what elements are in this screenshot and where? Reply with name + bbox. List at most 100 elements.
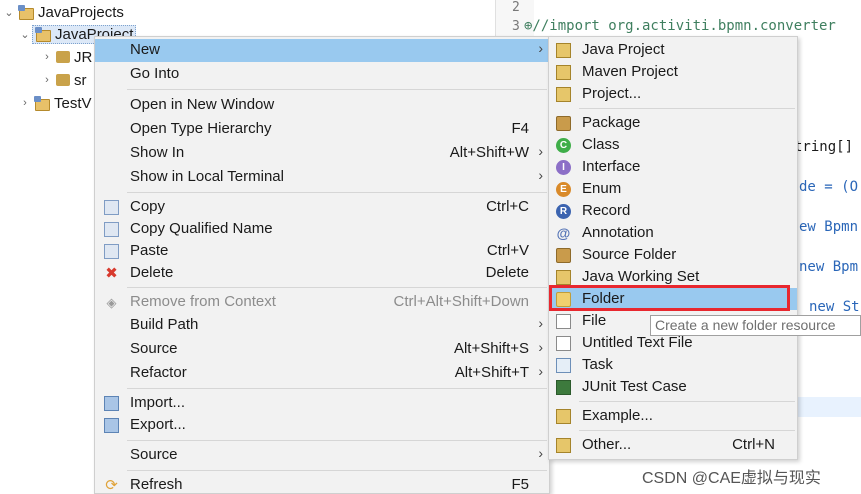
- menu-item-label: Untitled Text File: [582, 334, 693, 351]
- menu-item-export[interactable]: Export...: [95, 414, 549, 437]
- menu-item-refactor[interactable]: Refactor Alt+Shift+T ›: [95, 362, 549, 385]
- project-icon: [18, 5, 34, 20]
- menu-item-source-2[interactable]: Source ›: [95, 444, 549, 467]
- new-other[interactable]: Other... Ctrl+N: [549, 434, 797, 456]
- menu-item-import[interactable]: Import...: [95, 392, 549, 415]
- menu-item-label: File: [582, 312, 607, 329]
- new-junit-test-case[interactable]: JUnit Test Case: [549, 376, 797, 398]
- new-class[interactable]: C Class: [549, 134, 797, 156]
- tree-item-label: JavaProjects: [38, 3, 124, 21]
- new-enum[interactable]: E Enum: [549, 178, 797, 200]
- new-task[interactable]: Task: [549, 354, 797, 376]
- menu-item-label: Delete: [130, 264, 174, 281]
- menu-item-open-in-new-window[interactable]: Open in New Window: [95, 94, 549, 117]
- menu-shortcut: Alt+Shift+S: [453, 340, 529, 357]
- menu-item-label: Build Path: [130, 316, 199, 333]
- code-line: tring[]: [794, 139, 854, 155]
- menu-separator: [127, 440, 547, 441]
- expand-chevron-icon[interactable]: ›: [40, 51, 54, 63]
- line-number: 3: [512, 19, 520, 34]
- menu-item-source[interactable]: Source Alt+Shift+S ›: [95, 338, 549, 361]
- new-annotation[interactable]: @ Annotation: [549, 222, 797, 244]
- menu-item-show-in[interactable]: Show In Alt+Shift+W ›: [95, 142, 549, 165]
- code-line: new Bpm: [799, 259, 859, 275]
- menu-shortcut: Ctrl+C: [486, 198, 529, 215]
- export-icon: [104, 418, 119, 433]
- new-example[interactable]: Example...: [549, 405, 797, 427]
- record-icon: R: [556, 204, 571, 219]
- other-wizard-icon: [556, 438, 571, 453]
- java-project-icon: [556, 43, 571, 58]
- working-set-icon: [556, 270, 571, 285]
- menu-item-label: Copy: [130, 198, 166, 215]
- menu-item-copy[interactable]: Copy Ctrl+C: [95, 196, 549, 219]
- menu-item-label: Paste: [130, 242, 169, 259]
- new-source-folder[interactable]: Source Folder: [549, 244, 797, 266]
- watermark: CSDN @CAE虚拟与现实: [642, 470, 821, 487]
- library-icon: [56, 51, 70, 63]
- menu-item-paste[interactable]: Paste Ctrl+V: [95, 240, 549, 263]
- menu-item-label: Other...: [582, 436, 632, 453]
- menu-item-label: Export...: [130, 416, 186, 433]
- project-wizard-icon: [556, 87, 571, 102]
- menu-item-go-into[interactable]: Go Into: [95, 63, 549, 86]
- example-icon: [556, 409, 571, 424]
- menu-separator: [127, 470, 547, 471]
- menu-item-label: Java Project: [582, 41, 665, 58]
- interface-icon: I: [556, 160, 571, 175]
- tree-item-label: TestV: [54, 94, 92, 112]
- junit-icon: [556, 380, 571, 395]
- menu-item-label: Task: [582, 356, 613, 373]
- submenu-arrow-icon: ›: [538, 167, 543, 183]
- expand-chevron-icon[interactable]: ›: [40, 74, 54, 86]
- menu-item-build-path[interactable]: Build Path ›: [95, 314, 549, 337]
- menu-item-label: New: [130, 41, 161, 58]
- new-record[interactable]: R Record: [549, 200, 797, 222]
- enum-icon: E: [556, 182, 571, 197]
- tree-item-testv[interactable]: › TestV: [18, 92, 92, 114]
- new-submenu: Java Project Maven Project Project... Pa…: [548, 36, 798, 460]
- new-java-project[interactable]: Java Project: [549, 39, 797, 61]
- menu-item-label: Record: [582, 202, 631, 219]
- menu-item-show-in-local-terminal[interactable]: Show in Local Terminal ›: [95, 166, 549, 189]
- menu-item-label: Package: [582, 114, 641, 131]
- new-project[interactable]: Project...: [549, 83, 797, 105]
- menu-item-label: Refresh: [130, 476, 183, 493]
- new-interface[interactable]: I Interface: [549, 156, 797, 178]
- tree-item-label: sr: [74, 71, 87, 89]
- new-package[interactable]: Package: [549, 112, 797, 134]
- submenu-arrow-icon: ›: [538, 143, 543, 159]
- menu-item-delete[interactable]: ✖ Delete Delete: [95, 262, 549, 285]
- project-icon: [35, 27, 51, 42]
- expand-chevron-icon[interactable]: ›: [18, 97, 32, 109]
- tree-item-javaprojects[interactable]: ⌄ JavaProjects: [2, 1, 124, 23]
- menu-item-refresh[interactable]: ⟳ Refresh F5: [95, 474, 549, 494]
- menu-shortcut: Ctrl+Alt+Shift+Down: [393, 293, 529, 310]
- code-line: de = (O: [799, 179, 859, 195]
- tree-item-label: JR: [74, 48, 93, 66]
- menu-separator: [579, 430, 795, 431]
- menu-separator: [127, 287, 547, 288]
- tree-item-src[interactable]: › sr: [40, 69, 87, 91]
- copy-qualified-name-icon: [104, 222, 119, 237]
- expand-chevron-icon[interactable]: ⌄: [18, 28, 32, 41]
- menu-item-label: Example...: [582, 407, 653, 424]
- menu-item-label: Import...: [130, 394, 186, 411]
- menu-item-label: Show In: [130, 144, 185, 161]
- annotation-icon: @: [556, 225, 571, 241]
- source-folder-icon: [56, 74, 70, 86]
- submenu-arrow-icon: ›: [538, 315, 543, 331]
- menu-item-open-type-hierarchy[interactable]: Open Type Hierarchy F4: [95, 118, 549, 141]
- menu-item-copy-qualified-name[interactable]: Copy Qualified Name: [95, 218, 549, 241]
- expand-chevron-icon[interactable]: ⌄: [2, 6, 16, 19]
- submenu-arrow-icon: ›: [538, 363, 543, 379]
- menu-item-label: Source: [130, 446, 178, 463]
- menu-item-new[interactable]: New ›: [95, 39, 549, 62]
- menu-item-label: Open in New Window: [130, 96, 275, 113]
- class-icon: C: [556, 138, 571, 153]
- menu-item-label: Source: [130, 340, 178, 357]
- new-maven-project[interactable]: Maven Project: [549, 61, 797, 83]
- menu-item-label: Interface: [582, 158, 641, 175]
- tree-item-jre[interactable]: › JR: [40, 46, 92, 68]
- task-icon: [556, 358, 571, 373]
